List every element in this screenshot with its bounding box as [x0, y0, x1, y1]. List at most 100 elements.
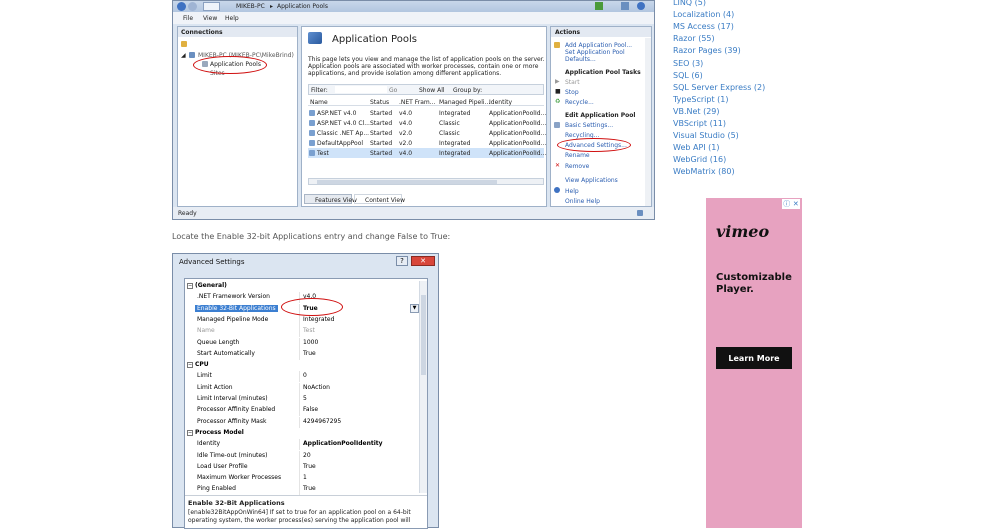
- category-link[interactable]: LINQ (5): [673, 0, 706, 7]
- category-link[interactable]: TypeScript (1): [673, 95, 728, 104]
- property-row[interactable]: Idle Time-out (minutes) 20: [185, 450, 413, 462]
- group-by-button[interactable]: Group by:: [453, 87, 482, 94]
- adchoices-icon[interactable]: ⓘ ✕: [782, 199, 800, 209]
- breadcrumb-server[interactable]: MIKEB-PC: [236, 3, 265, 10]
- collapse-icon[interactable]: −: [187, 429, 193, 436]
- property-row[interactable]: Managed Pipeline Mode Integrated: [185, 314, 413, 326]
- property-value[interactable]: 1000: [303, 339, 318, 346]
- category-link[interactable]: Localization (4): [673, 10, 734, 19]
- refresh-icon[interactable]: [595, 2, 603, 10]
- property-section[interactable]: − (General): [185, 281, 413, 292]
- property-section[interactable]: − CPU: [185, 360, 413, 371]
- property-row[interactable]: Name Test: [185, 326, 413, 338]
- actions-scrollbar[interactable]: [645, 38, 651, 206]
- help-button[interactable]: ?: [396, 256, 408, 266]
- close-button[interactable]: ✕: [411, 256, 435, 266]
- property-value[interactable]: Integrated: [303, 316, 334, 323]
- property-value[interactable]: 4294967295: [303, 418, 341, 425]
- table-row[interactable]: DefaultAppPool Started v2.0 Integrated A…: [308, 138, 546, 148]
- go-button[interactable]: Go: [389, 87, 397, 94]
- property-row[interactable]: Processor Affinity Mask 4294967295: [185, 416, 413, 428]
- property-row[interactable]: Load User Profile True: [185, 461, 413, 473]
- forward-icon[interactable]: [188, 2, 197, 11]
- set-defaults-link[interactable]: Set Application Pool Defaults...: [565, 49, 635, 63]
- property-row[interactable]: Limit Interval (minutes) 5: [185, 394, 413, 405]
- property-row[interactable]: Ping Enabled True: [185, 484, 413, 496]
- tree-expander-icon[interactable]: ◢: [181, 52, 186, 59]
- collapse-icon[interactable]: −: [187, 283, 193, 289]
- property-row[interactable]: Queue Length 1000: [185, 337, 413, 349]
- menu-file[interactable]: File: [183, 15, 193, 22]
- category-link[interactable]: WebGrid (16): [673, 155, 726, 164]
- rename-link[interactable]: Rename: [565, 152, 590, 159]
- address-field[interactable]: [203, 2, 220, 11]
- scrollbar-thumb[interactable]: [317, 180, 497, 184]
- menu-help[interactable]: Help: [225, 15, 239, 22]
- col-framework[interactable]: .NET Fram...: [399, 99, 435, 106]
- table-row[interactable]: ASP.NET v4.0 Started v4.0 Integrated App…: [308, 108, 546, 118]
- category-link[interactable]: VB.Net (29): [673, 107, 720, 116]
- collapse-icon[interactable]: −: [187, 362, 193, 369]
- property-row[interactable]: Processor Affinity Enabled False: [185, 405, 413, 417]
- add-app-pool-link[interactable]: Add Application Pool...: [565, 42, 632, 49]
- table-row[interactable]: Classic .NET Ap... Started v2.0 Classic …: [308, 128, 546, 138]
- breadcrumb-app-pools[interactable]: Application Pools: [277, 3, 328, 10]
- category-link[interactable]: Visual Studio (5): [673, 131, 739, 140]
- category-link[interactable]: SQL (6): [673, 71, 703, 80]
- property-scrollbar[interactable]: [419, 281, 427, 493]
- category-link[interactable]: WebMatrix (80): [673, 167, 735, 176]
- col-name[interactable]: Name: [310, 99, 328, 106]
- category-link[interactable]: Razor (55): [673, 34, 715, 43]
- filter-input[interactable]: [335, 86, 387, 93]
- table-row[interactable]: ASP.NET v4.0 Cl... Started v4.0 Classic …: [308, 118, 546, 128]
- property-row[interactable]: Limit 0: [185, 371, 413, 383]
- remove-link[interactable]: Remove: [565, 163, 589, 170]
- horizontal-scrollbar[interactable]: [308, 178, 544, 185]
- tab-content-view[interactable]: Content View: [354, 194, 405, 204]
- property-row[interactable]: Maximum Worker Processes 1: [185, 473, 413, 485]
- settings-icon[interactable]: [621, 2, 629, 10]
- dropdown-arrow-icon[interactable]: ▼: [410, 304, 419, 313]
- table-row-selected[interactable]: Test Started v4.0 Integrated Application…: [308, 148, 546, 158]
- property-section[interactable]: − Process Model: [185, 428, 413, 439]
- property-value[interactable]: 1: [303, 474, 307, 481]
- property-value[interactable]: 0: [303, 372, 307, 379]
- property-value[interactable]: True: [303, 463, 316, 470]
- col-identity[interactable]: Identity: [489, 99, 512, 106]
- learn-more-button[interactable]: Learn More: [716, 347, 792, 369]
- property-value[interactable]: ApplicationPoolIdentity: [303, 440, 383, 447]
- online-help-link[interactable]: Online Help: [565, 198, 600, 205]
- property-row[interactable]: Start Automatically True: [185, 348, 413, 360]
- property-value[interactable]: 5: [303, 395, 307, 402]
- basic-settings-link[interactable]: Basic Settings...: [565, 122, 613, 129]
- property-value[interactable]: 20: [303, 452, 311, 459]
- menu-view[interactable]: View: [203, 15, 217, 22]
- stop-link[interactable]: Stop: [565, 89, 579, 96]
- property-value[interactable]: False: [303, 406, 318, 413]
- category-link[interactable]: Razor Pages (39): [673, 46, 741, 55]
- property-value[interactable]: True: [303, 485, 316, 492]
- help-icon[interactable]: [637, 2, 645, 10]
- tab-features-view[interactable]: Features View: [304, 194, 357, 204]
- category-link[interactable]: Web API (1): [673, 143, 720, 152]
- property-row[interactable]: Limit Action NoAction: [185, 382, 413, 394]
- view-applications-link[interactable]: View Applications: [565, 177, 618, 184]
- col-pipeline[interactable]: Managed Pipeli...: [439, 99, 490, 106]
- category-link[interactable]: SQL Server Express (2): [673, 83, 765, 92]
- connect-icon[interactable]: [181, 41, 187, 47]
- scrollbar-thumb[interactable]: [421, 295, 426, 375]
- property-row[interactable]: Identity ApplicationPoolIdentity: [185, 439, 413, 451]
- start-link[interactable]: Start: [565, 79, 580, 86]
- category-link[interactable]: SEO (3): [673, 59, 703, 68]
- vimeo-advertisement[interactable]: ⓘ ✕ vimeo Customizable Player. Learn More: [706, 198, 802, 528]
- col-status[interactable]: Status: [370, 99, 389, 106]
- category-link[interactable]: MS Access (17): [673, 22, 734, 31]
- info-icon[interactable]: ⓘ: [783, 199, 790, 209]
- back-icon[interactable]: [177, 2, 186, 11]
- help-link[interactable]: Help: [565, 188, 579, 195]
- close-ad-icon[interactable]: ✕: [793, 200, 799, 208]
- property-value[interactable]: NoAction: [303, 384, 330, 391]
- recycle-link[interactable]: Recycle...: [565, 99, 594, 106]
- show-all-button[interactable]: Show All: [419, 87, 445, 94]
- category-link[interactable]: VBScript (11): [673, 119, 726, 128]
